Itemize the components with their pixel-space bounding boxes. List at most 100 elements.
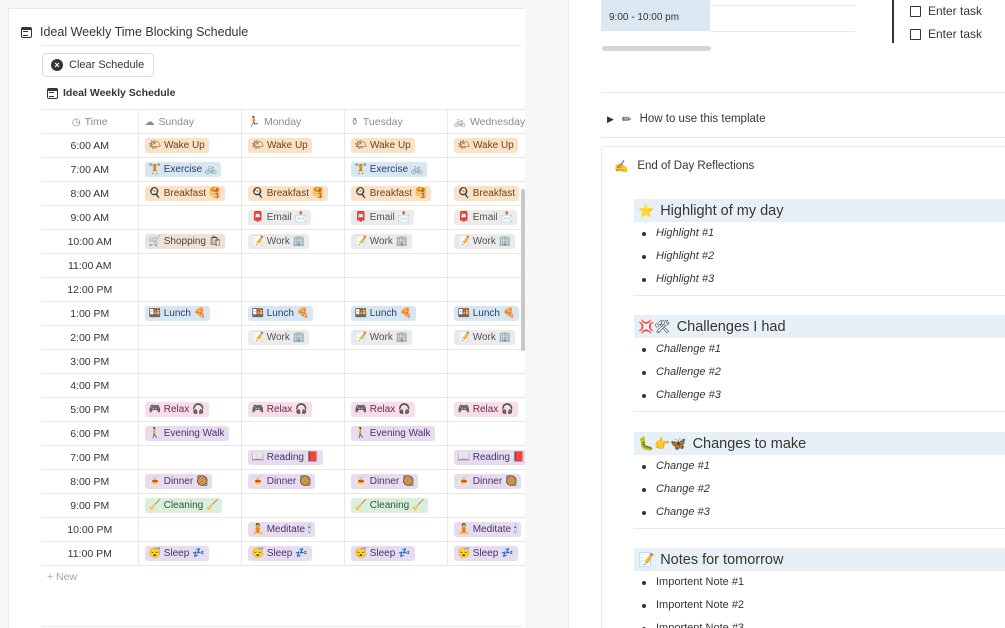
schedule-cell[interactable] — [138, 277, 242, 302]
table-row[interactable]: 9:00 PM 🧹 Cleaning 🧹 🧹 Cleaning 🧹 — [42, 493, 525, 518]
schedule-cell[interactable]: 🎮 Relax 🎧 — [447, 397, 525, 422]
time-cell[interactable]: 9:00 AM — [42, 205, 139, 230]
schedule-cell[interactable] — [447, 493, 525, 518]
schedule-cell[interactable]: 🍝 Dinner 🥘 — [447, 469, 525, 494]
schedule-cell[interactable] — [138, 205, 242, 230]
time-cell[interactable]: 10:00 AM — [42, 229, 139, 254]
schedule-cell[interactable] — [138, 445, 242, 470]
column-header-tuesday[interactable]: ⚱ Tuesday — [344, 109, 448, 134]
activity-tag[interactable]: 🚶 Evening Walk — [144, 426, 229, 441]
schedule-cell[interactable]: 📝 Work 🏢 — [344, 229, 448, 254]
schedule-cell[interactable] — [344, 517, 448, 542]
activity-tag[interactable]: 📮 Email 📩 — [247, 210, 311, 225]
column-header-time[interactable]: ◷ Time — [42, 109, 139, 134]
activity-tag[interactable]: 🧘 Meditate 🕯 — [247, 522, 315, 537]
time-cell[interactable]: 6:00 PM — [42, 421, 139, 446]
activity-tag[interactable]: 🚶 Evening Walk — [350, 426, 435, 441]
schedule-cell[interactable] — [344, 253, 448, 278]
schedule-cell[interactable]: 😴 Sleep 💤 — [138, 541, 242, 566]
activity-tag[interactable]: 📮 Email 📩 — [350, 210, 414, 225]
table-row[interactable]: 12:00 PM — [42, 277, 525, 302]
activity-tag[interactable]: 📮 Email 📩 — [453, 210, 517, 225]
activity-tag[interactable]: 😴 Sleep 💤 — [453, 546, 518, 561]
activity-tag[interactable]: 🧹 Cleaning 🧹 — [144, 498, 223, 513]
schedule-cell[interactable]: 🎮 Relax 🎧 — [138, 397, 242, 422]
table-row[interactable]: 1:00 PM 🍱 Lunch 🍕 🍱 Lunch 🍕 🍱 Lunch 🍕 🍱 Lunc… — [42, 301, 525, 326]
list-item[interactable]: Change #1 — [634, 455, 1005, 478]
activity-tag[interactable]: 📝 Work 🏢 — [453, 234, 516, 249]
checkbox[interactable] — [910, 28, 921, 40]
schedule-cell[interactable]: 📝 Work 🏢 — [447, 325, 525, 350]
activity-tag[interactable]: 🧘 Meditate 🕯 — [453, 522, 521, 537]
schedule-cell[interactable]: 📮 Email 📩 — [447, 205, 525, 230]
activity-tag[interactable]: 🍳 Breakfast 🥞 — [247, 186, 329, 201]
schedule-cell[interactable]: 📝 Work 🏢 — [241, 229, 345, 254]
activity-tag[interactable]: 📝 Work 🏢 — [350, 234, 413, 249]
activity-tag[interactable]: 🍝 Dinner 🥘 — [247, 474, 316, 489]
activity-tag[interactable]: 🏋 Exercise 🚲 — [144, 162, 222, 177]
schedule-cell[interactable]: 🍱 Lunch 🍕 — [447, 301, 525, 326]
activity-tag[interactable]: 😴 Sleep 💤 — [144, 546, 209, 561]
schedule-cell[interactable]: 🌤 Wake Up — [138, 133, 242, 158]
time-cell[interactable]: 11:00 AM — [42, 253, 139, 278]
todo-label[interactable]: Enter task — [928, 4, 982, 18]
schedule-cell[interactable] — [241, 373, 345, 398]
schedule-cell[interactable] — [241, 349, 345, 374]
todo-item[interactable]: Enter task — [910, 4, 982, 18]
schedule-cell[interactable] — [241, 253, 345, 278]
activity-tag[interactable]: 🍱 Lunch 🍕 — [247, 306, 314, 321]
schedule-cell[interactable]: 😴 Sleep 💤 — [447, 541, 525, 566]
time-block-cell[interactable]: 9:00 - 10:00 pm — [601, 0, 710, 31]
schedule-cell[interactable]: 🍱 Lunch 🍕 — [344, 301, 448, 326]
schedule-cell[interactable]: 🌤 Wake Up — [241, 133, 345, 158]
schedule-cell[interactable]: 📝 Work 🏢 — [447, 229, 525, 254]
list-item[interactable]: Challenge #2 — [634, 361, 1005, 384]
clear-schedule-button[interactable]: × Clear Schedule — [42, 53, 155, 77]
schedule-cell[interactable]: 😴 Sleep 💤 — [344, 541, 448, 566]
activity-tag[interactable]: 🏋 Exercise 🚲 — [350, 162, 428, 177]
schedule-cell[interactable]: 🧘 Meditate 🕯 — [447, 517, 525, 542]
list-item[interactable]: Highlight #2 — [634, 245, 1005, 268]
new-row-button[interactable]: + New — [47, 571, 77, 583]
time-cell[interactable]: 1:00 PM — [42, 301, 139, 326]
schedule-cell[interactable] — [447, 373, 525, 398]
time-cell[interactable]: 9:00 PM — [42, 493, 139, 518]
activity-tag[interactable]: 🍳 Breakfast 🥞 — [350, 186, 432, 201]
schedule-cell[interactable]: 📖 Reading 📕 — [241, 445, 345, 470]
column-header-monday[interactable]: 🏃 Monday — [241, 109, 345, 134]
schedule-cell[interactable]: 🎮 Relax 🎧 — [241, 397, 345, 422]
schedule-cell[interactable] — [241, 157, 345, 182]
activity-tag[interactable]: 🍳 Breakfast 🥞 — [144, 186, 226, 201]
activity-tag[interactable]: 🎮 Relax 🎧 — [144, 402, 209, 417]
schedule-cell[interactable] — [138, 349, 242, 374]
schedule-cell[interactable]: 🍝 Dinner 🥘 — [344, 469, 448, 494]
schedule-cell[interactable] — [344, 277, 448, 302]
schedule-cell[interactable]: 📝 Work 🏢 — [241, 325, 345, 350]
activity-tag[interactable]: 📝 Work 🏢 — [350, 330, 413, 345]
column-header-sunday[interactable]: ☁ Sunday — [138, 109, 242, 134]
list-item[interactable]: Challenge #1 — [634, 338, 1005, 361]
activity-tag[interactable]: 🍝 Dinner 🥘 — [350, 474, 419, 489]
schedule-cell[interactable]: 🌤 Wake Up — [344, 133, 448, 158]
table-row[interactable]: 7:00 AM 🏋 Exercise 🚲 🏋 Exercise 🚲 — [42, 157, 525, 182]
schedule-cell[interactable]: 🧘 Meditate 🕯 — [241, 517, 345, 542]
activity-tag[interactable]: 🎮 Relax 🎧 — [350, 402, 415, 417]
column-header-wednesday[interactable]: 🚲 Wednesday — [447, 109, 525, 134]
table-row[interactable]: 8:00 PM 🍝 Dinner 🥘 🍝 Dinner 🥘 🍝 Dinner 🥘 🍝 D… — [42, 469, 525, 494]
schedule-cell[interactable] — [447, 349, 525, 374]
todo-item[interactable]: Enter task — [910, 27, 982, 41]
list-item[interactable]: Change #3 — [634, 501, 1005, 524]
time-cell[interactable]: 5:00 PM — [42, 397, 139, 422]
schedule-cell[interactable] — [138, 517, 242, 542]
schedule-cell[interactable]: 📝 Work 🏢 — [344, 325, 448, 350]
activity-tag[interactable]: 🌤 Wake Up — [350, 138, 415, 153]
schedule-cell[interactable]: 🍳 Breakfast 🥞 — [344, 181, 448, 206]
time-cell[interactable]: 7:00 AM — [42, 157, 139, 182]
schedule-cell[interactable]: 🍳 Breakfast 🥞 — [138, 181, 242, 206]
table-row[interactable]: 10:00 AM 🛒 Shopping 🛍 📝 Work 🏢 📝 Work 🏢 📝 Wo… — [42, 229, 525, 254]
schedule-cell[interactable]: 🍱 Lunch 🍕 — [138, 301, 242, 326]
activity-tag[interactable]: 📝 Work 🏢 — [247, 234, 310, 249]
time-cell[interactable]: 12:00 PM — [42, 277, 139, 302]
time-cell[interactable]: 4:00 PM — [42, 373, 139, 398]
list-item[interactable]: Change #2 — [634, 478, 1005, 501]
